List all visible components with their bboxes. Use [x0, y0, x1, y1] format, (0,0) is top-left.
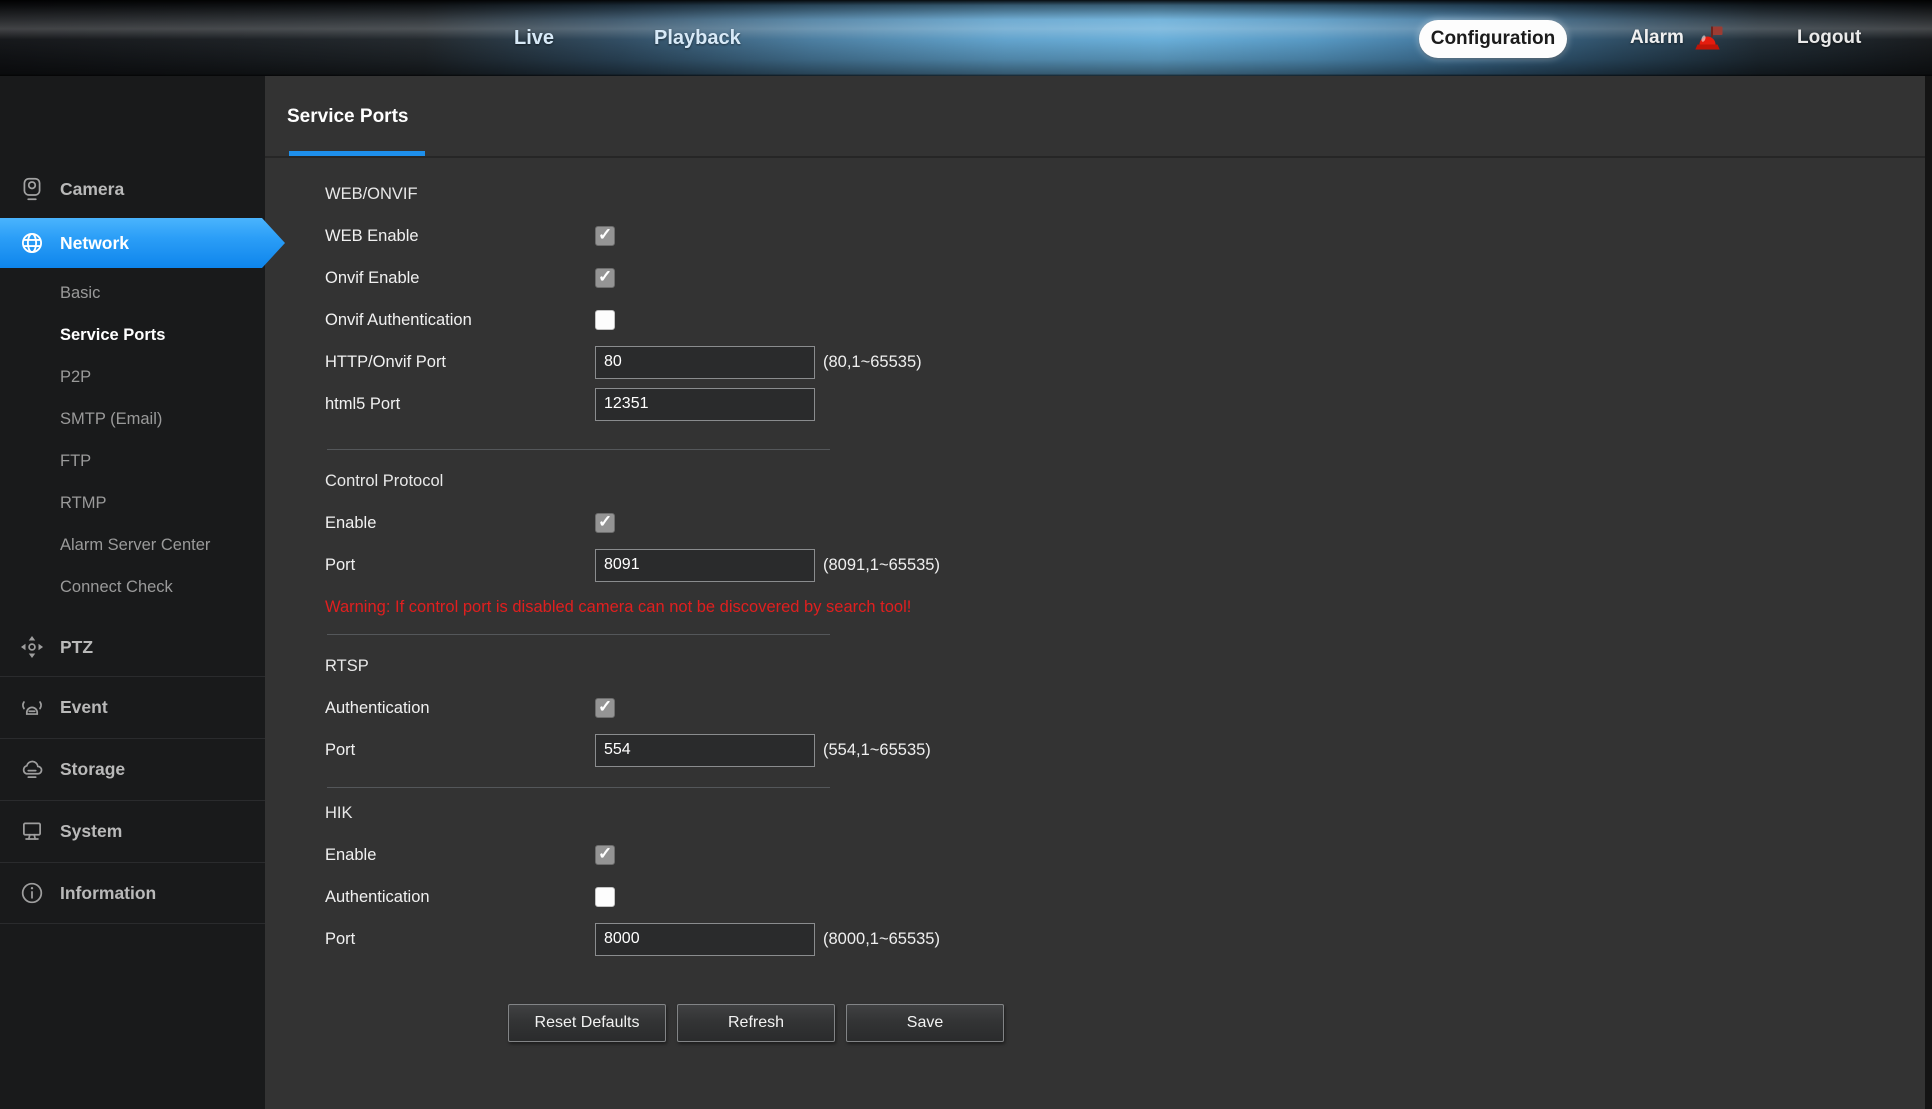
http-onvif-port-input[interactable]	[595, 346, 815, 379]
web-enable-checkbox[interactable]	[595, 226, 615, 246]
sidebar-item-event[interactable]: Event	[0, 676, 265, 738]
form-row: Onvif Enable	[325, 257, 1932, 299]
sidebar-item-storage[interactable]: Storage	[0, 738, 265, 800]
tab-configuration[interactable]: Configuration	[1419, 20, 1567, 58]
section-title-hik: HIK	[325, 792, 1932, 834]
sidebar-spacer	[0, 76, 265, 160]
field-label: Authentication	[325, 888, 595, 907]
field-label: Onvif Enable	[325, 269, 595, 288]
field-label: Enable	[325, 846, 595, 865]
field-label: Enable	[325, 514, 595, 533]
event-icon	[19, 695, 45, 721]
field-label: Port	[325, 741, 595, 760]
form-row: Onvif Authentication	[325, 299, 1932, 341]
camera-icon	[19, 176, 45, 202]
form-row: Enable	[325, 834, 1932, 876]
service-ports-form: WEB/ONVIF WEB Enable Onvif Enable Onvif …	[265, 158, 1932, 1042]
top-navigation-bar: Live Playback Configuration Alarm Logout	[0, 0, 1932, 76]
hik-enable-checkbox[interactable]	[595, 845, 615, 865]
save-button[interactable]: Save	[846, 1004, 1004, 1042]
onvif-enable-checkbox[interactable]	[595, 268, 615, 288]
control-enable-checkbox[interactable]	[595, 513, 615, 533]
network-icon	[19, 230, 45, 256]
form-row: Port (554,1~65535)	[325, 729, 1932, 771]
port-range-hint: (554,1~65535)	[823, 741, 931, 760]
tab-live[interactable]: Live	[514, 0, 554, 76]
network-submenu: Basic Service Ports P2P SMTP (Email) FTP…	[0, 268, 265, 614]
sidebar-subitem-alarm-server-center[interactable]: Alarm Server Center	[0, 524, 265, 566]
camera-config-app: Live Playback Configuration Alarm Logout	[0, 0, 1932, 1109]
hik-authentication-checkbox[interactable]	[595, 887, 615, 907]
refresh-button[interactable]: Refresh	[677, 1004, 835, 1042]
hik-port-input[interactable]	[595, 923, 815, 956]
form-row: WEB Enable	[325, 215, 1932, 257]
sidebar-item-label: Camera	[60, 179, 124, 200]
sidebar-subitem-p2p[interactable]: P2P	[0, 356, 265, 398]
sidebar-item-system[interactable]: System	[0, 800, 265, 862]
section-title-rtsp: RTSP	[325, 645, 1932, 687]
field-label: Authentication	[325, 699, 595, 718]
sidebar-subitem-ftp[interactable]: FTP	[0, 440, 265, 482]
alarm-siren-icon	[1690, 23, 1724, 53]
field-label: html5 Port	[325, 395, 595, 414]
section-title-web-onvif: WEB/ONVIF	[325, 173, 1932, 215]
rtsp-port-input[interactable]	[595, 734, 815, 767]
field-label: WEB Enable	[325, 227, 595, 246]
alarm-button[interactable]: Alarm	[1630, 0, 1724, 76]
port-range-hint: (80,1~65535)	[823, 353, 922, 372]
reset-defaults-button[interactable]: Reset Defaults	[508, 1004, 666, 1042]
sidebar-item-label: Event	[60, 697, 108, 718]
section-divider	[327, 787, 830, 788]
field-label: Port	[325, 930, 595, 949]
section-title-control-protocol: Control Protocol	[325, 460, 1932, 502]
sidebar-item-information[interactable]: Information	[0, 862, 265, 924]
scrollbar-track[interactable]	[1925, 76, 1932, 1109]
action-buttons-row: Reset Defaults Refresh Save	[508, 1004, 1932, 1042]
active-tab-underline	[289, 151, 425, 156]
tab-service-ports[interactable]: Service Ports	[287, 76, 408, 158]
sidebar-subitem-connect-check[interactable]: Connect Check	[0, 566, 265, 608]
sidebar-item-label: Network	[60, 233, 129, 254]
port-range-hint: (8000,1~65535)	[823, 930, 940, 949]
information-icon	[19, 880, 45, 906]
form-row: html5 Port	[325, 383, 1932, 425]
sidebar-item-camera[interactable]: Camera	[0, 160, 265, 218]
form-row: Port (8000,1~65535)	[325, 918, 1932, 960]
ptz-icon	[19, 634, 45, 660]
port-range-hint: (8091,1~65535)	[823, 556, 940, 575]
sidebar-subitem-service-ports[interactable]: Service Ports	[0, 314, 265, 356]
onvif-authentication-checkbox[interactable]	[595, 310, 615, 330]
sidebar-item-network[interactable]: Network	[0, 218, 285, 268]
rtsp-authentication-checkbox[interactable]	[595, 698, 615, 718]
sidebar-item-label: System	[60, 821, 122, 842]
field-label: HTTP/Onvif Port	[325, 353, 595, 372]
sidebar-subitem-smtp[interactable]: SMTP (Email)	[0, 398, 265, 440]
tab-playback[interactable]: Playback	[654, 0, 741, 76]
logout-button[interactable]: Logout	[1797, 0, 1861, 76]
sidebar-item-ptz[interactable]: PTZ	[0, 618, 265, 676]
form-row: HTTP/Onvif Port (80,1~65535)	[325, 341, 1932, 383]
form-row: Enable	[325, 502, 1932, 544]
sidebar-item-label: PTZ	[60, 637, 93, 658]
sidebar-item-label: Information	[60, 883, 156, 904]
sidebar-subitem-rtmp[interactable]: RTMP	[0, 482, 265, 524]
storage-icon	[19, 757, 45, 783]
content-tabs-bar: Service Ports	[265, 76, 1932, 158]
control-port-warning: Warning: If control port is disabled cam…	[325, 586, 1932, 628]
sidebar: Camera Network Basic Service Ports P2P S…	[0, 76, 265, 1109]
field-label: Port	[325, 556, 595, 575]
control-port-input[interactable]	[595, 549, 815, 582]
html5-port-input[interactable]	[595, 388, 815, 421]
form-row: Authentication	[325, 876, 1932, 918]
field-label: Onvif Authentication	[325, 311, 595, 330]
section-divider	[327, 449, 830, 450]
form-row: Port (8091,1~65535)	[325, 544, 1932, 586]
system-icon	[19, 819, 45, 845]
section-divider	[327, 634, 830, 635]
alarm-label: Alarm	[1630, 27, 1684, 49]
form-row: Authentication	[325, 687, 1932, 729]
main-content: Service Ports WEB/ONVIF WEB Enable Onvif…	[265, 76, 1932, 1109]
sidebar-item-label: Storage	[60, 759, 125, 780]
sidebar-subitem-basic[interactable]: Basic	[0, 272, 265, 314]
